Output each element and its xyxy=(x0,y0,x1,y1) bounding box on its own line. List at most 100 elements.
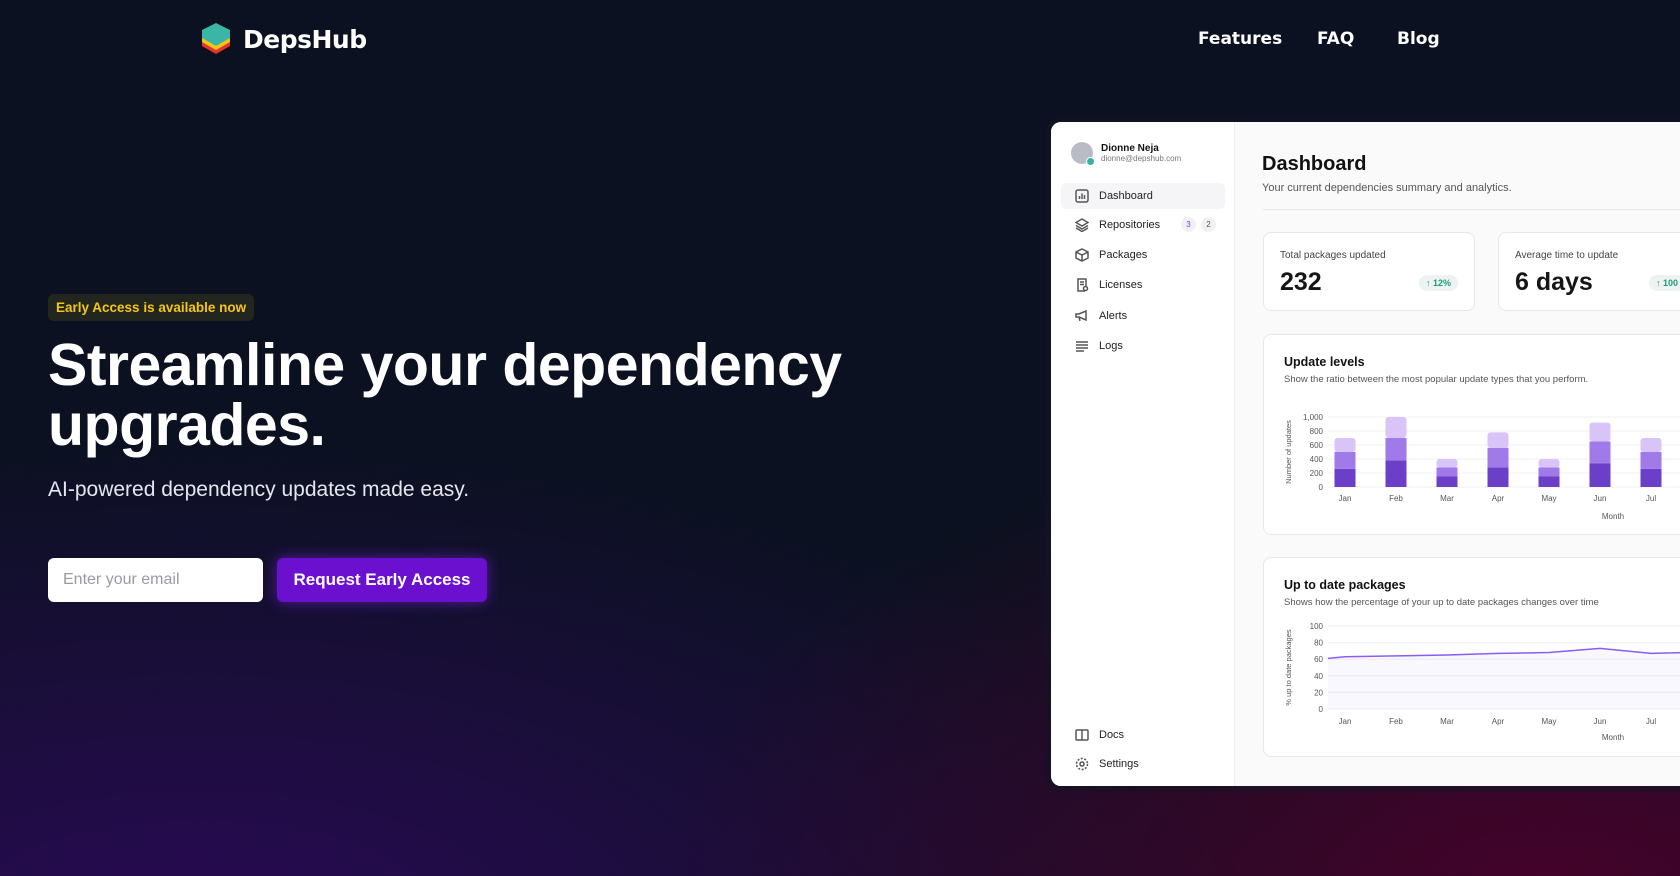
depshub-logo-icon xyxy=(202,23,230,54)
book-icon xyxy=(1075,729,1089,741)
gear-icon xyxy=(1075,757,1089,771)
dashboard-sidebar: Dionne Neja dionne@depshub.com Dashboard … xyxy=(1051,122,1235,786)
y-tick-label: 800 xyxy=(1310,427,1324,436)
bar-segment xyxy=(1334,452,1356,469)
page-subtitle: Your current dependencies summary and an… xyxy=(1262,182,1512,194)
x-tick-label: Jun xyxy=(1594,494,1607,503)
bar-segment xyxy=(1640,468,1662,487)
layers-icon xyxy=(1075,218,1089,232)
y-tick-label: 40 xyxy=(1314,672,1323,681)
x-tick-label: Jul xyxy=(1646,717,1656,726)
y-tick-label: 400 xyxy=(1310,455,1324,464)
hero-subtitle: AI-powered dependency updates made easy. xyxy=(48,478,470,501)
hero-title-line1: Streamline your dependency xyxy=(48,332,842,398)
bar-segment xyxy=(1589,463,1611,487)
sidebar-item-alerts[interactable]: Alerts xyxy=(1061,303,1225,329)
bar-segment xyxy=(1640,438,1662,452)
bar-segment xyxy=(1385,417,1407,438)
y-tick-label: 0 xyxy=(1319,483,1324,492)
sidebar-item-settings[interactable]: Settings xyxy=(1061,751,1225,777)
bar-segment xyxy=(1640,452,1662,469)
x-tick-label: Jan xyxy=(1339,494,1352,503)
sidebar-item-label: Settings xyxy=(1099,758,1139,770)
bar-segment xyxy=(1487,432,1509,448)
delta-value: 100 xyxy=(1663,278,1679,288)
x-axis-label: Month xyxy=(1602,733,1624,742)
sidebar-item-label: Docs xyxy=(1099,729,1125,741)
bar-segment xyxy=(1487,447,1509,468)
status-icon xyxy=(1086,157,1095,166)
bar-segment xyxy=(1538,476,1560,487)
bar-segment xyxy=(1436,459,1458,468)
sidebar-item-repositories[interactable]: Repositories 3 2 xyxy=(1061,212,1225,238)
sidebar-item-logs[interactable]: Logs xyxy=(1061,333,1225,359)
sidebar-item-label: Alerts xyxy=(1099,310,1128,322)
megaphone-icon xyxy=(1075,309,1087,322)
list-icon xyxy=(1076,341,1088,352)
sidebar-item-docs[interactable]: Docs xyxy=(1061,722,1225,748)
bar-segment xyxy=(1538,467,1560,477)
sidebar-item-label: Packages xyxy=(1099,249,1148,261)
email-input[interactable] xyxy=(48,558,263,602)
x-tick-label: Apr xyxy=(1492,717,1505,726)
bar-segment xyxy=(1334,468,1356,487)
user-email: dionne@depshub.com xyxy=(1101,154,1182,163)
stat-label: Total packages updated xyxy=(1280,250,1386,261)
chart-subtitle: Show the ratio between the most popular … xyxy=(1284,374,1589,385)
avatar xyxy=(1071,142,1095,166)
chart-subtitle: Shows how the percentage of your up to d… xyxy=(1284,597,1599,608)
nav-blog[interactable]: Blog xyxy=(1397,29,1440,49)
package-icon xyxy=(1075,248,1089,262)
stat-card-average-time: Average time to update 6 days ↑ 100 xyxy=(1498,232,1680,311)
stat-label: Average time to update xyxy=(1515,250,1619,261)
page-title: Dashboard xyxy=(1262,153,1367,175)
x-tick-label: Feb xyxy=(1389,494,1403,503)
y-tick-label: 20 xyxy=(1314,688,1323,697)
y-tick-label: 200 xyxy=(1310,469,1324,478)
stat-value: 232 xyxy=(1280,268,1322,296)
y-tick-label: 80 xyxy=(1314,639,1323,648)
request-early-access-button[interactable]: Request Early Access xyxy=(277,558,487,602)
x-tick-label: Jun xyxy=(1594,717,1607,726)
stat-card-total-packages: Total packages updated 232 ↑ 12% xyxy=(1263,232,1475,311)
stat-value: 6 days xyxy=(1515,268,1593,296)
x-tick-label: Feb xyxy=(1389,717,1403,726)
user-name: Dionne Neja xyxy=(1101,143,1159,154)
brand-logo[interactable]: DepsHub xyxy=(201,22,367,56)
bar-segment xyxy=(1334,438,1356,452)
x-tick-label: Jan xyxy=(1339,717,1352,726)
bar-segment xyxy=(1385,438,1407,461)
stat-delta-badge: ↑ 100 xyxy=(1649,275,1680,291)
x-tick-label: May xyxy=(1541,494,1556,503)
sidebar-item-label: Logs xyxy=(1099,340,1123,352)
x-tick-label: Apr xyxy=(1492,494,1505,503)
x-axis-label: Month xyxy=(1602,512,1624,521)
repositories-count-badge: 2 xyxy=(1201,217,1216,232)
delta-value: 12% xyxy=(1433,278,1452,288)
y-tick-label: 600 xyxy=(1310,441,1324,450)
user-profile[interactable]: Dionne Neja dionne@depshub.com xyxy=(1071,142,1182,166)
nav-faq[interactable]: FAQ xyxy=(1317,29,1354,49)
brand-name: DepsHub xyxy=(243,24,367,54)
license-icon xyxy=(1077,278,1089,292)
y-axis-label: Number of updates xyxy=(1284,420,1293,484)
bar-segment xyxy=(1589,422,1611,442)
early-access-badge: Early Access is available now xyxy=(48,294,255,321)
dashboard-preview: Dionne Neja dionne@depshub.com Dashboard … xyxy=(1051,122,1680,786)
hero-title: Streamline your dependency upgrades. xyxy=(48,335,848,455)
y-tick-label: 1,000 xyxy=(1303,413,1324,422)
stat-delta-badge: ↑ 12% xyxy=(1419,275,1459,291)
bar-segment xyxy=(1385,460,1407,487)
bar-segment xyxy=(1436,467,1458,477)
sidebar-item-packages[interactable]: Packages xyxy=(1061,242,1225,268)
nav-features[interactable]: Features xyxy=(1198,29,1282,49)
hero-title-line2: upgrades. xyxy=(48,392,326,458)
sidebar-item-label: Licenses xyxy=(1099,279,1143,291)
sidebar-item-label: Repositories xyxy=(1099,219,1161,231)
sidebar-item-licenses[interactable]: Licenses xyxy=(1061,272,1225,298)
sidebar-item-dashboard[interactable]: Dashboard xyxy=(1061,183,1225,209)
bar-segment xyxy=(1589,441,1611,464)
divider xyxy=(1262,209,1680,210)
repositories-count-badge: 3 xyxy=(1181,217,1196,232)
y-tick-label: 0 xyxy=(1319,705,1324,714)
